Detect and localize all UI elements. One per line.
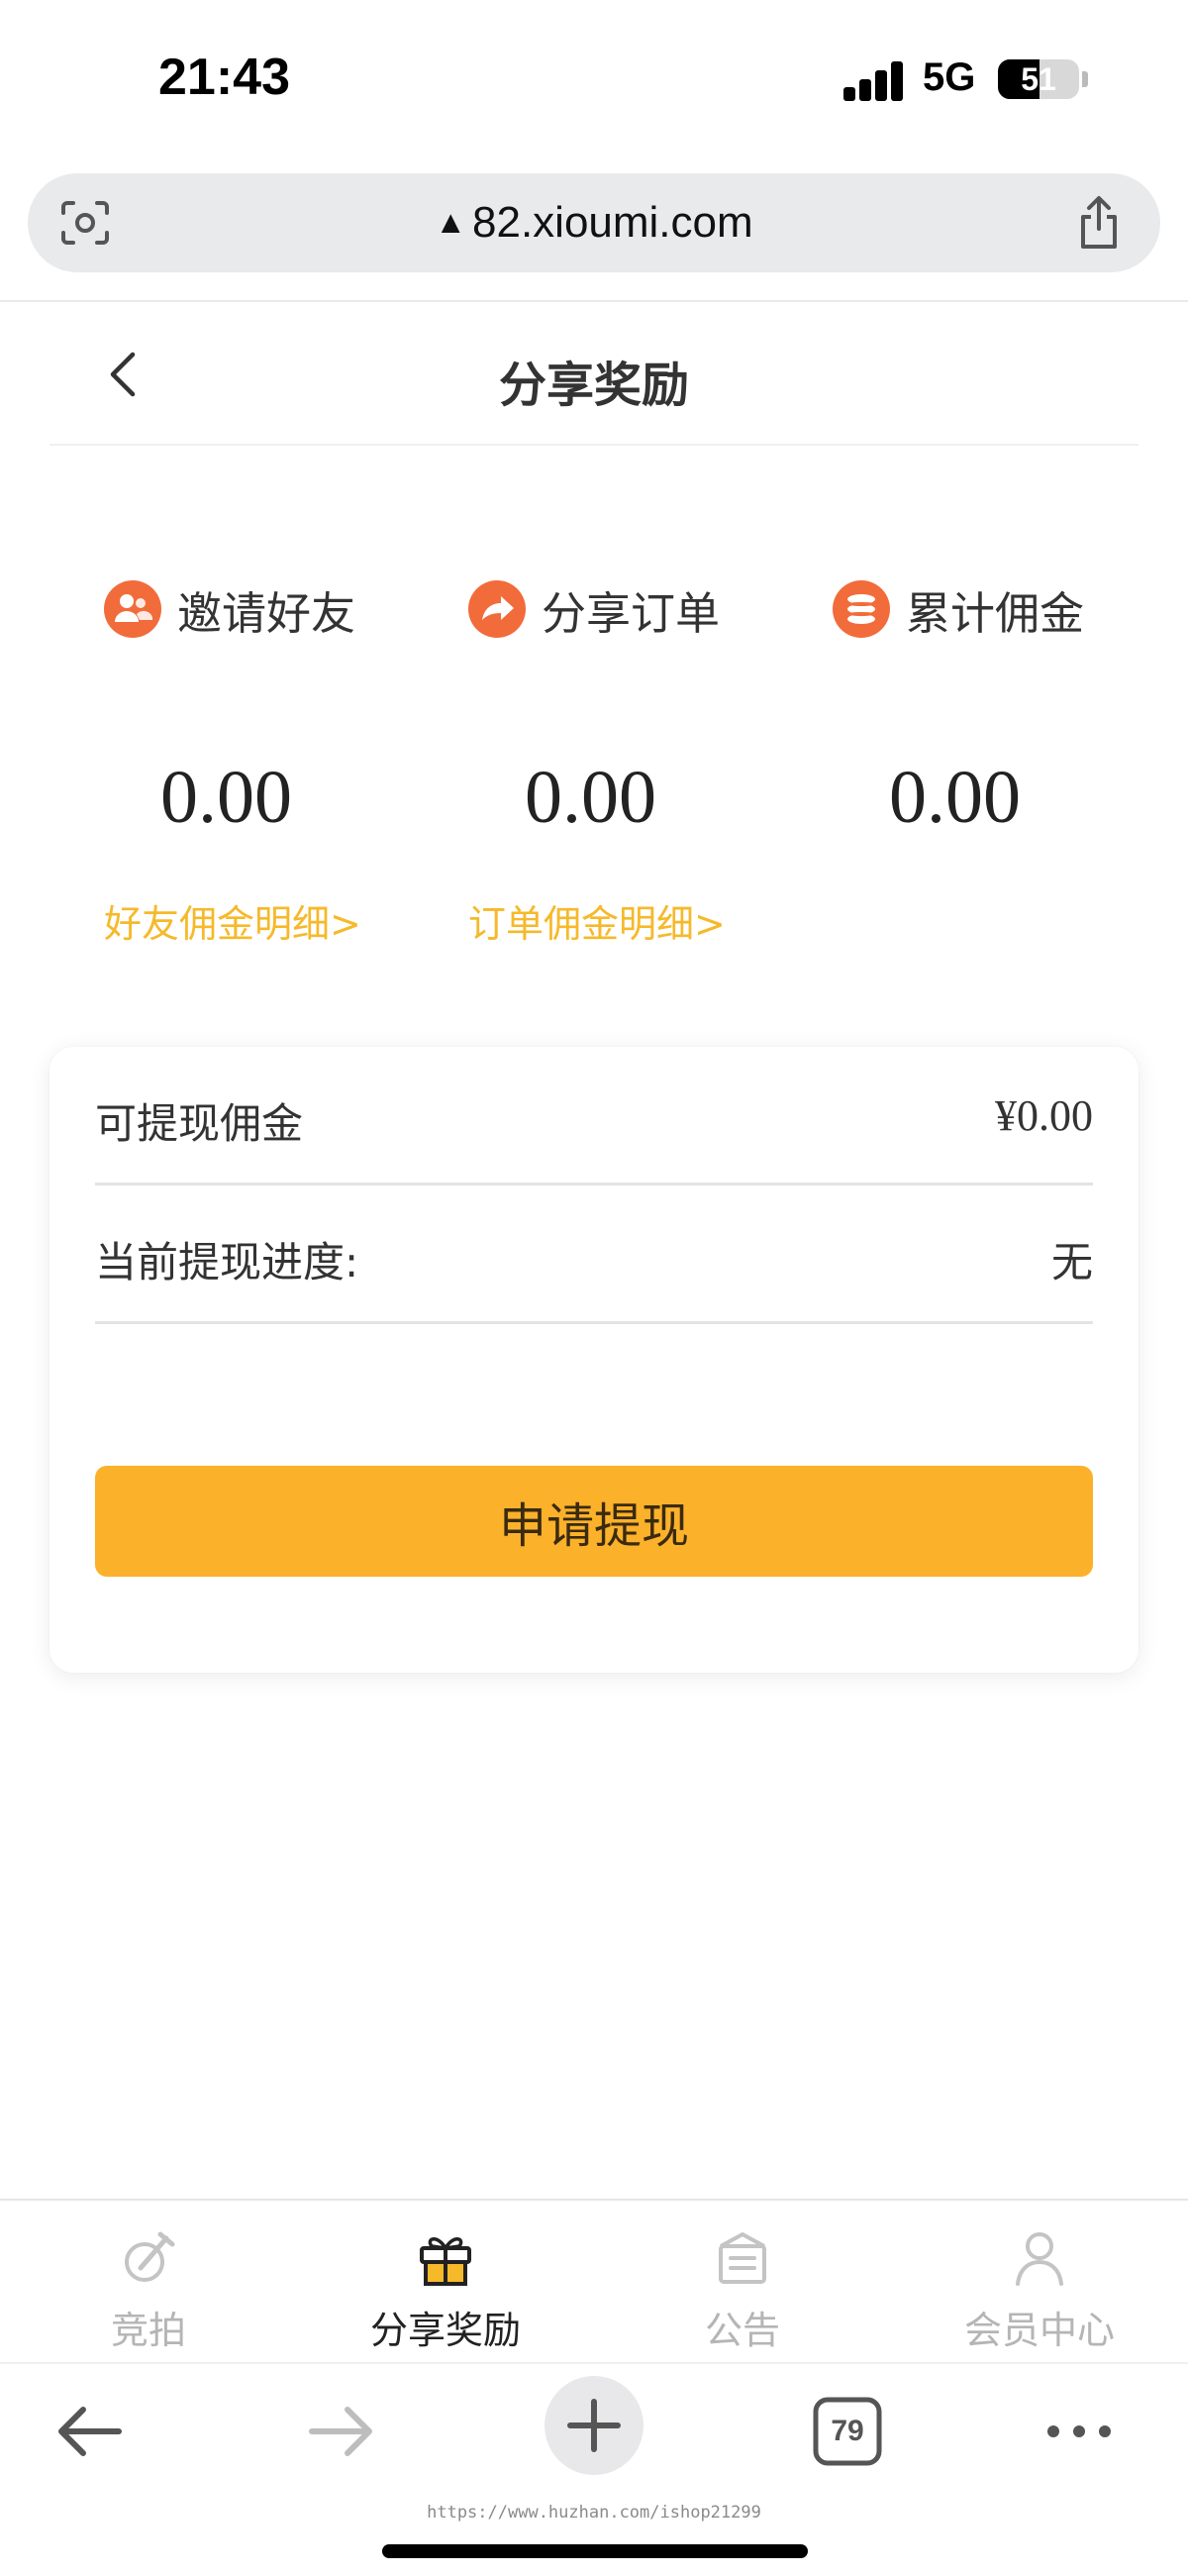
header-divider bbox=[50, 444, 1138, 446]
page-title: 分享奖励 bbox=[498, 358, 689, 413]
share-icon[interactable] bbox=[1075, 195, 1123, 251]
url-text: 82.xioumi.com bbox=[472, 198, 753, 247]
stat-label: 邀请好友 bbox=[177, 586, 356, 640]
battery-icon: 51 bbox=[998, 59, 1079, 99]
stat-header: 分享订单 bbox=[468, 574, 720, 644]
plus-icon bbox=[567, 2399, 621, 2452]
stat-invite-friends: 邀请好友 0.00 好友佣金明细> bbox=[0, 574, 396, 971]
apply-withdraw-button[interactable]: 申请提现 bbox=[95, 1466, 1093, 1577]
battery-level: 51 bbox=[1021, 61, 1056, 97]
available-commission-value: ¥0.00 bbox=[995, 1091, 1093, 1140]
tab-label: 分享奖励 bbox=[369, 2309, 521, 2352]
tab-member-center[interactable]: 会员中心 bbox=[891, 2201, 1188, 2364]
tabs-button[interactable]: 79 bbox=[798, 2382, 897, 2481]
browser-toolbar: 79 https://www.huzhan.com/ishop21299 bbox=[0, 2362, 1188, 2576]
battery-tip bbox=[1082, 71, 1088, 87]
withdraw-progress-label: 当前提现进度: bbox=[95, 1238, 359, 1287]
stat-value: 0.00 bbox=[889, 756, 1021, 839]
page: 21:43 5G 51 ▲ 82.xioumi.com 分享奖励 邀请好友 0.… bbox=[0, 0, 1188, 2576]
order-commission-detail-link[interactable]: 订单佣金明细> bbox=[468, 893, 726, 948]
network-type: 5G bbox=[923, 55, 976, 99]
tab-label: 会员中心 bbox=[963, 2309, 1115, 2352]
withdraw-card: 可提现佣金 ¥0.00 当前提现进度: 无 申请提现 bbox=[50, 1047, 1138, 1673]
withdraw-progress-value: 无 bbox=[1050, 1238, 1093, 1287]
url-bar[interactable]: ▲ 82.xioumi.com bbox=[28, 173, 1160, 272]
status-time: 21:43 bbox=[158, 49, 290, 106]
stat-total-commission: 累计佣金 0.00 bbox=[729, 574, 1125, 971]
friends-icon bbox=[104, 580, 161, 638]
url-address[interactable]: ▲ 82.xioumi.com bbox=[28, 173, 1160, 275]
stat-label: 分享订单 bbox=[542, 586, 721, 640]
more-options-icon[interactable] bbox=[1030, 2382, 1129, 2481]
tab-bar: 竞拍 分享奖励 公告 会员中心 bbox=[0, 2199, 1188, 2362]
nav-header: 分享奖励 bbox=[0, 302, 1188, 446]
auction-icon bbox=[125, 2231, 175, 2282]
not-secure-warning-icon: ▲ bbox=[435, 204, 466, 240]
browser-back-icon[interactable] bbox=[40, 2382, 139, 2481]
home-indicator[interactable] bbox=[382, 2544, 808, 2558]
status-bar: 21:43 5G 51 bbox=[0, 0, 1188, 163]
notice-icon bbox=[719, 2232, 766, 2284]
tab-auction[interactable]: 竞拍 bbox=[0, 2201, 297, 2364]
cellular-signal-icon bbox=[843, 59, 905, 101]
stat-label: 累计佣金 bbox=[906, 586, 1085, 640]
tab-count: 79 bbox=[831, 2415, 864, 2447]
stat-share-orders: 分享订单 0.00 订单佣金明细> bbox=[364, 574, 760, 971]
share-arrow-icon bbox=[468, 580, 526, 638]
tab-label: 竞拍 bbox=[110, 2309, 186, 2352]
gift-icon bbox=[420, 2237, 471, 2286]
tab-notice[interactable]: 公告 bbox=[594, 2201, 891, 2364]
watermark-text: https://www.huzhan.com/ishop21299 bbox=[427, 2503, 761, 2523]
commission-stats: 邀请好友 0.00 好友佣金明细> 分享订单 0.00 订单佣金明细> 累计佣金… bbox=[0, 574, 1188, 971]
friend-commission-detail-link[interactable]: 好友佣金明细> bbox=[104, 893, 361, 948]
stat-header: 累计佣金 bbox=[833, 574, 1084, 644]
tab-label: 公告 bbox=[704, 2309, 780, 2352]
stat-header: 邀请好友 bbox=[104, 574, 355, 644]
withdraw-progress-row: 当前提现进度: 无 bbox=[95, 1185, 1093, 1324]
available-commission-row: 可提现佣金 ¥0.00 bbox=[95, 1047, 1093, 1185]
browser-forward-icon[interactable] bbox=[292, 2382, 391, 2481]
coins-icon bbox=[833, 580, 890, 638]
user-icon bbox=[1016, 2232, 1063, 2286]
new-tab-button[interactable] bbox=[544, 2376, 644, 2475]
tab-share-rewards[interactable]: 分享奖励 bbox=[297, 2201, 594, 2364]
available-commission-label: 可提现佣金 bbox=[95, 1099, 304, 1148]
